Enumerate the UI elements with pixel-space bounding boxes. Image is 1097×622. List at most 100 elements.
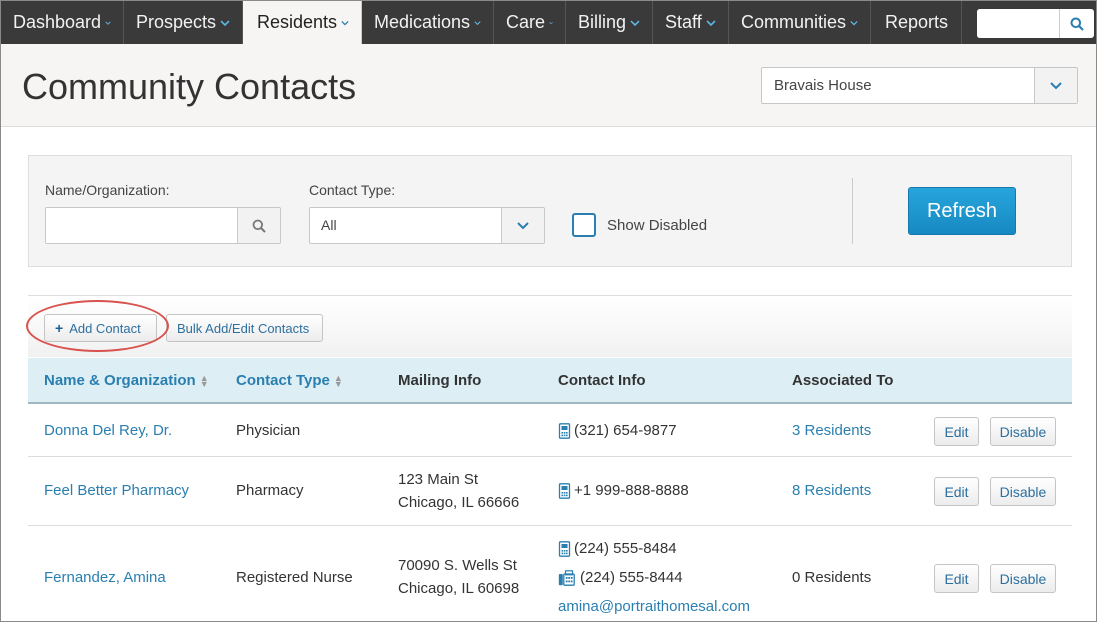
nav-communities-label: Communities <box>741 12 847 32</box>
edit-button[interactable]: Edit <box>934 564 979 593</box>
nav-reports[interactable]: Reports <box>871 1 962 44</box>
contact-type-select[interactable]: All <box>309 207 545 244</box>
name-filter <box>45 207 281 244</box>
contact-name-link[interactable]: Feel Better Pharmacy <box>44 482 189 499</box>
disable-button[interactable]: Disable <box>990 564 1056 593</box>
chevron-down-icon <box>341 20 349 25</box>
associated-link[interactable]: 3 Residents <box>792 422 871 439</box>
associated-link[interactable]: 8 Residents <box>792 482 871 499</box>
name-search-button[interactable] <box>237 208 280 243</box>
chevron-down-icon <box>220 19 230 26</box>
bulk-edit-button[interactable]: Bulk Add/Edit Contacts <box>166 314 323 342</box>
divider <box>852 178 853 244</box>
table-header: Name & Organization ▲ ▼ Contact Type ▲ ▼ Mai… <box>28 358 1072 404</box>
chevron-down-icon <box>630 19 640 26</box>
contact-name-link[interactable]: Fernandez, Amina <box>44 569 166 586</box>
chevron-down-icon <box>105 20 111 25</box>
nav-dashboard[interactable]: Dashboard <box>1 1 124 44</box>
mailing-line-2: Chicago, IL 66666 <box>398 494 520 511</box>
phone-icon <box>558 540 571 557</box>
nav-staff-label: Staff <box>665 12 702 32</box>
contact-type-toggle[interactable] <box>501 208 544 243</box>
header-name-label: Name & Organization <box>44 372 196 389</box>
search-icon <box>1070 17 1084 31</box>
nav-reports-label: Reports <box>885 12 949 32</box>
nav-residents-label: Residents <box>257 12 338 32</box>
name-filter-input[interactable] <box>46 208 237 243</box>
search-icon <box>252 219 266 233</box>
nav-care[interactable]: Care <box>494 1 566 44</box>
header-mailing: Mailing Info <box>398 372 482 389</box>
nav-residents[interactable]: Residents <box>243 1 362 44</box>
phone-number: (321) 654-9877 <box>574 422 677 439</box>
edit-button[interactable]: Edit <box>934 477 979 506</box>
nav-search-button[interactable] <box>1059 9 1094 38</box>
nav-prospects[interactable]: Prospects <box>124 1 243 44</box>
mailing-address: 123 Main St Chicago, IL 66666 <box>398 468 519 514</box>
mailing-line-2: Chicago, IL 60698 <box>398 580 520 597</box>
chevron-down-icon <box>517 221 529 229</box>
nav-search <box>977 9 1094 38</box>
nav-search-input[interactable] <box>977 9 1059 38</box>
contact-type: Registered Nurse <box>236 569 353 586</box>
refresh-button[interactable]: Refresh <box>908 187 1016 235</box>
header-name[interactable]: Name & Organization ▲ ▼ <box>44 372 209 389</box>
chevron-down-icon <box>706 19 716 26</box>
filter-panel: Name/Organization: Contact Type: All Sho… <box>28 155 1072 267</box>
chevron-down-icon <box>474 20 481 25</box>
nav-billing-label: Billing <box>578 12 627 32</box>
nav-prospects-label: Prospects <box>136 12 217 32</box>
chevron-down-icon <box>1050 81 1062 89</box>
community-select-value: Bravais House <box>774 77 872 94</box>
show-disabled-label: Show Disabled <box>607 217 708 234</box>
email-link[interactable]: amina@portraithomesal.com <box>558 598 750 615</box>
show-disabled-checkbox[interactable] <box>572 213 596 237</box>
disable-button[interactable]: Disable <box>990 417 1056 446</box>
header-contact-type[interactable]: Contact Type ▲ ▼ <box>236 372 343 389</box>
nav-communities[interactable]: Communities <box>729 1 871 44</box>
chevron-down-icon <box>850 20 858 25</box>
nav-medications-label: Medications <box>374 12 471 32</box>
chevron-down-icon <box>549 21 553 24</box>
contact-type-label: Contact Type: <box>309 182 396 198</box>
mailing-address: 70090 S. Wells St Chicago, IL 60698 <box>398 554 519 600</box>
contact-type: Physician <box>236 422 301 439</box>
phone-line: (224) 555-8484 <box>558 540 677 557</box>
table-row: Donna Del Rey, Dr. Physician (321) 654-9… <box>28 405 1072 457</box>
table-row: Feel Better Pharmacy Pharmacy 123 Main S… <box>28 457 1072 526</box>
community-select-toggle[interactable] <box>1034 68 1077 103</box>
fax-number: (224) 555-8444 <box>580 569 683 586</box>
table-row: Fernandez, Amina Registered Nurse 70090 … <box>28 526 1072 621</box>
name-filter-label: Name/Organization: <box>45 182 170 198</box>
nav-medications[interactable]: Medications <box>362 1 494 44</box>
sort-icon: ▲ ▼ <box>199 373 209 390</box>
mailing-line-1: 70090 S. Wells St <box>398 557 517 574</box>
nav-billing[interactable]: Billing <box>566 1 653 44</box>
sort-icon: ▲ ▼ <box>333 373 343 390</box>
contact-type-value: All <box>321 217 337 233</box>
contacts-toolbar: + Add Contact Bulk Add/Edit Contacts <box>28 295 1072 357</box>
phone-number: +1 999-888-8888 <box>574 482 689 499</box>
fax-icon <box>558 569 575 586</box>
phone-icon <box>558 482 571 499</box>
page-title: Community Contacts <box>22 66 357 107</box>
header-associated: Associated To <box>792 372 894 389</box>
fax-line: (224) 555-8444 <box>558 569 683 586</box>
contact-type: Pharmacy <box>236 482 304 499</box>
header-contact-info: Contact Info <box>558 372 646 389</box>
contact-name-link[interactable]: Donna Del Rey, Dr. <box>44 422 172 439</box>
associated-count: 0 Residents <box>792 569 872 586</box>
app-window: Dashboard Prospects Residents Medication… <box>0 0 1097 622</box>
page-header: Community Contacts Bravais House <box>1 44 1096 127</box>
highlight-circle <box>26 300 169 352</box>
header-contact-type-label: Contact Type <box>236 372 330 389</box>
phone-line: (321) 654-9877 <box>558 422 677 439</box>
edit-button[interactable]: Edit <box>934 417 979 446</box>
phone-icon <box>558 422 571 439</box>
disable-button[interactable]: Disable <box>990 477 1056 506</box>
phone-line: +1 999-888-8888 <box>558 482 689 499</box>
phone-number: (224) 555-8484 <box>574 540 677 557</box>
top-nav: Dashboard Prospects Residents Medication… <box>1 1 1096 44</box>
nav-staff[interactable]: Staff <box>653 1 729 44</box>
community-select[interactable]: Bravais House <box>761 67 1078 104</box>
